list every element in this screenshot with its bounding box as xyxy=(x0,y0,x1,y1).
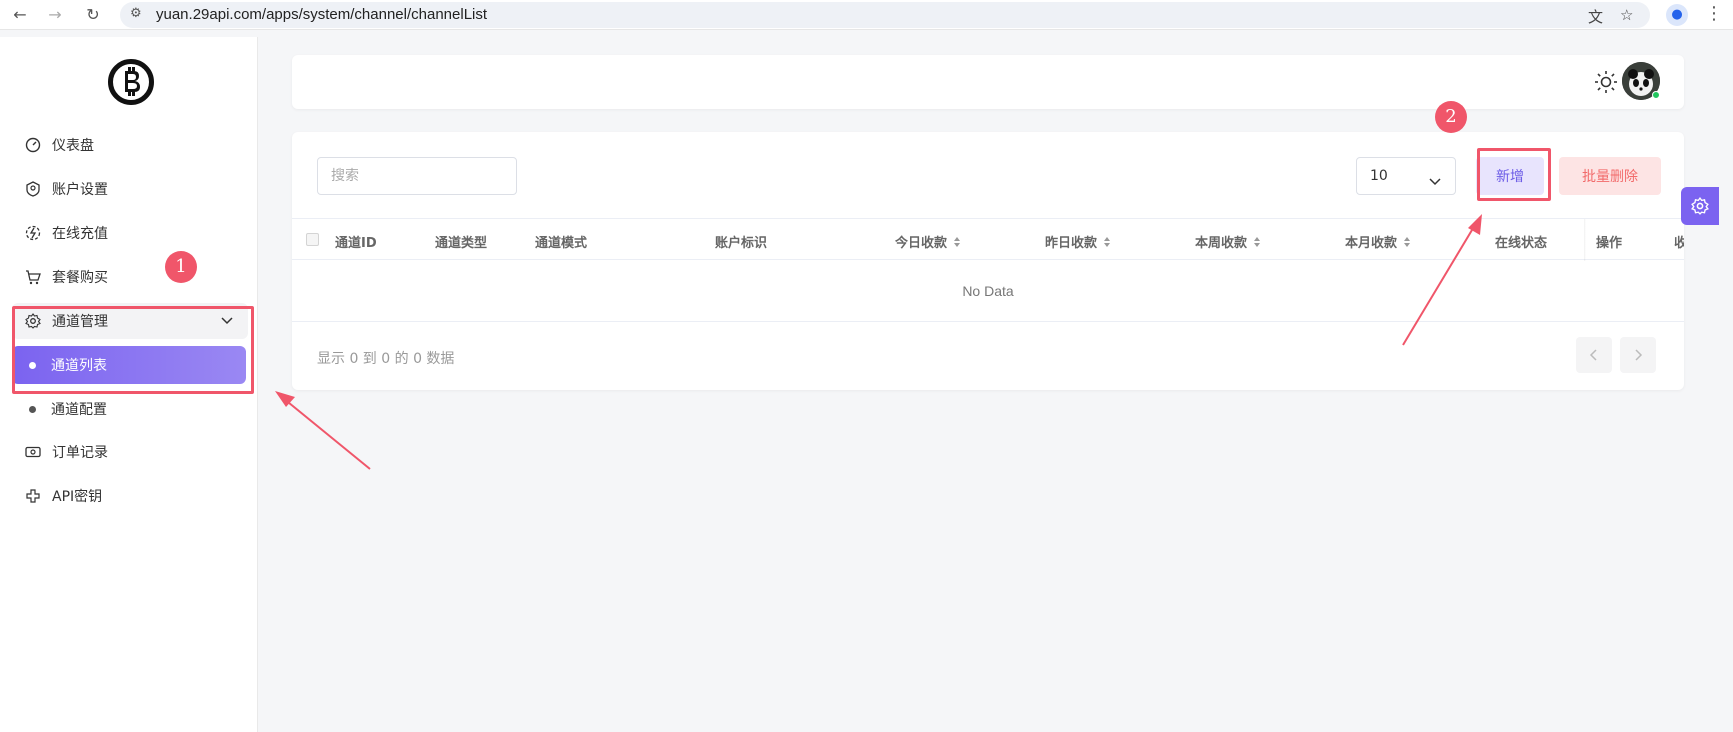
sidebar-item-account-settings[interactable]: 账户设置 xyxy=(12,171,248,207)
profile-icon[interactable]: ● xyxy=(1666,4,1688,26)
column-header: 通道模式 xyxy=(535,236,588,251)
annotation-badge-2: 2 xyxy=(1435,101,1467,133)
column-header-label: 昨日收款 xyxy=(1045,236,1098,251)
sidebar-item-label: 通道列表 xyxy=(51,358,107,374)
column-header: 通道类型 xyxy=(435,236,488,251)
column-header: 操作 xyxy=(1596,236,1623,251)
logo[interactable] xyxy=(108,59,154,105)
table-header: 通道ID 通道类型 通道模式 账户标识 今日收款 昨日收款 本周收款 本月收款 … xyxy=(292,218,1684,261)
browser-menu-icon[interactable]: ⋮ xyxy=(1705,3,1723,24)
settings-gear-icon xyxy=(24,312,42,330)
sidebar-item-packages[interactable]: 套餐购买 xyxy=(12,259,248,295)
bookmark-star-icon[interactable]: ☆ xyxy=(1620,6,1633,24)
cart-icon xyxy=(24,268,42,286)
sidebar-item-label: API密钥 xyxy=(52,489,103,505)
floating-settings-button[interactable] xyxy=(1681,187,1719,225)
annotation-arrow-1 xyxy=(275,391,371,470)
bullet-dot xyxy=(29,405,36,413)
api-icon xyxy=(24,487,42,505)
chevron-right-icon xyxy=(1635,349,1643,361)
annotation-badge-1: 1 xyxy=(165,251,197,283)
user-shield-icon xyxy=(24,180,42,198)
sidebar-item-api-keys[interactable]: API密钥 xyxy=(12,478,248,514)
sidebar-subitem-channel-config[interactable]: 通道配置 xyxy=(12,390,246,428)
site-info-icon[interactable]: ⚙ xyxy=(130,6,142,21)
sort-icon[interactable] xyxy=(1403,236,1411,252)
chevron-left-icon xyxy=(1589,349,1597,361)
reload-icon[interactable]: ↻ xyxy=(83,5,103,25)
gear-icon xyxy=(1691,197,1709,215)
sort-icon[interactable] xyxy=(953,236,961,252)
sidebar-item-channel-management[interactable]: 通道管理 xyxy=(12,303,248,339)
dashboard-icon xyxy=(24,136,42,154)
sort-icon[interactable] xyxy=(1103,236,1111,252)
chevron-down-icon xyxy=(220,313,234,332)
channel-list-card: 10 新增 批量删除 通道ID 通道类型 通道模式 账户标识 今日收款 昨日收款… xyxy=(292,132,1684,390)
page-size-value: 10 xyxy=(1370,168,1388,184)
translate-icon[interactable]: 文 xyxy=(1588,6,1603,27)
bullet-dot xyxy=(29,361,36,369)
sidebar-item-label: 账户设置 xyxy=(52,182,108,198)
sidebar-item-label: 订单记录 xyxy=(52,445,108,461)
sidebar-item-orders[interactable]: 订单记录 xyxy=(12,434,248,470)
add-button[interactable]: 新增 xyxy=(1476,157,1544,195)
prev-page-button[interactable] xyxy=(1576,337,1612,373)
sidebar-item-recharge[interactable]: 在线充值 xyxy=(12,215,248,251)
sidebar-item-label: 通道配置 xyxy=(51,402,107,418)
sidebar-item-label: 仪表盘 xyxy=(52,138,94,154)
column-header-sortable[interactable]: 今日收款 xyxy=(895,232,961,252)
url-text: yuan.29api.com/apps/system/channel/chann… xyxy=(156,6,488,23)
column-header: 在线状态 xyxy=(1495,236,1548,251)
column-header-sortable[interactable]: 本周收款 xyxy=(1195,232,1261,252)
select-all-checkbox[interactable] xyxy=(306,233,319,246)
column-header: 收 xyxy=(1674,236,1684,251)
column-header-sortable[interactable]: 本月收款 xyxy=(1345,232,1411,252)
column-header-sortable[interactable]: 昨日收款 xyxy=(1045,232,1111,252)
column-header-label: 本月收款 xyxy=(1345,236,1398,251)
sidebar-item-dashboard[interactable]: 仪表盘 xyxy=(12,127,248,163)
column-header: 账户标识 xyxy=(715,236,768,251)
theme-toggle-sun-icon[interactable] xyxy=(1594,70,1618,98)
money-icon xyxy=(24,443,42,461)
recharge-icon xyxy=(24,224,42,242)
sidebar-item-label: 在线充值 xyxy=(52,226,108,242)
address-bar[interactable]: ⚙ yuan.29api.com/apps/system/channel/cha… xyxy=(120,2,1650,28)
batch-delete-button[interactable]: 批量删除 xyxy=(1559,157,1661,195)
fixed-column-divider xyxy=(1584,219,1586,261)
top-header xyxy=(292,55,1684,109)
forward-icon[interactable]: → xyxy=(45,5,65,25)
sort-icon[interactable] xyxy=(1253,236,1261,252)
chevron-down-icon xyxy=(1429,172,1441,191)
next-page-button[interactable] xyxy=(1620,337,1656,373)
page-size-select[interactable]: 10 xyxy=(1356,157,1456,195)
sidebar: 仪表盘 账户设置 在线充值 套餐购买 通道管理 通道列表 通道配置 订单记录 A… xyxy=(0,37,258,732)
sidebar-subitem-channel-list[interactable]: 通道列表 xyxy=(12,346,246,384)
online-status-dot xyxy=(1652,91,1660,99)
back-icon[interactable]: ← xyxy=(10,5,30,25)
column-header[interactable]: 通道ID xyxy=(335,232,377,251)
column-header-label: 本周收款 xyxy=(1195,236,1248,251)
search-input[interactable] xyxy=(317,157,517,195)
sidebar-item-label: 套餐购买 xyxy=(52,270,108,286)
empty-state: No Data xyxy=(292,260,1684,322)
browser-toolbar: ← → ↻ ⚙ yuan.29api.com/apps/system/chann… xyxy=(0,0,1733,30)
sidebar-item-label: 通道管理 xyxy=(52,314,108,330)
column-header-label: 今日收款 xyxy=(895,236,948,251)
pagination-summary: 显示 0 到 0 的 0 数据 xyxy=(317,351,455,367)
